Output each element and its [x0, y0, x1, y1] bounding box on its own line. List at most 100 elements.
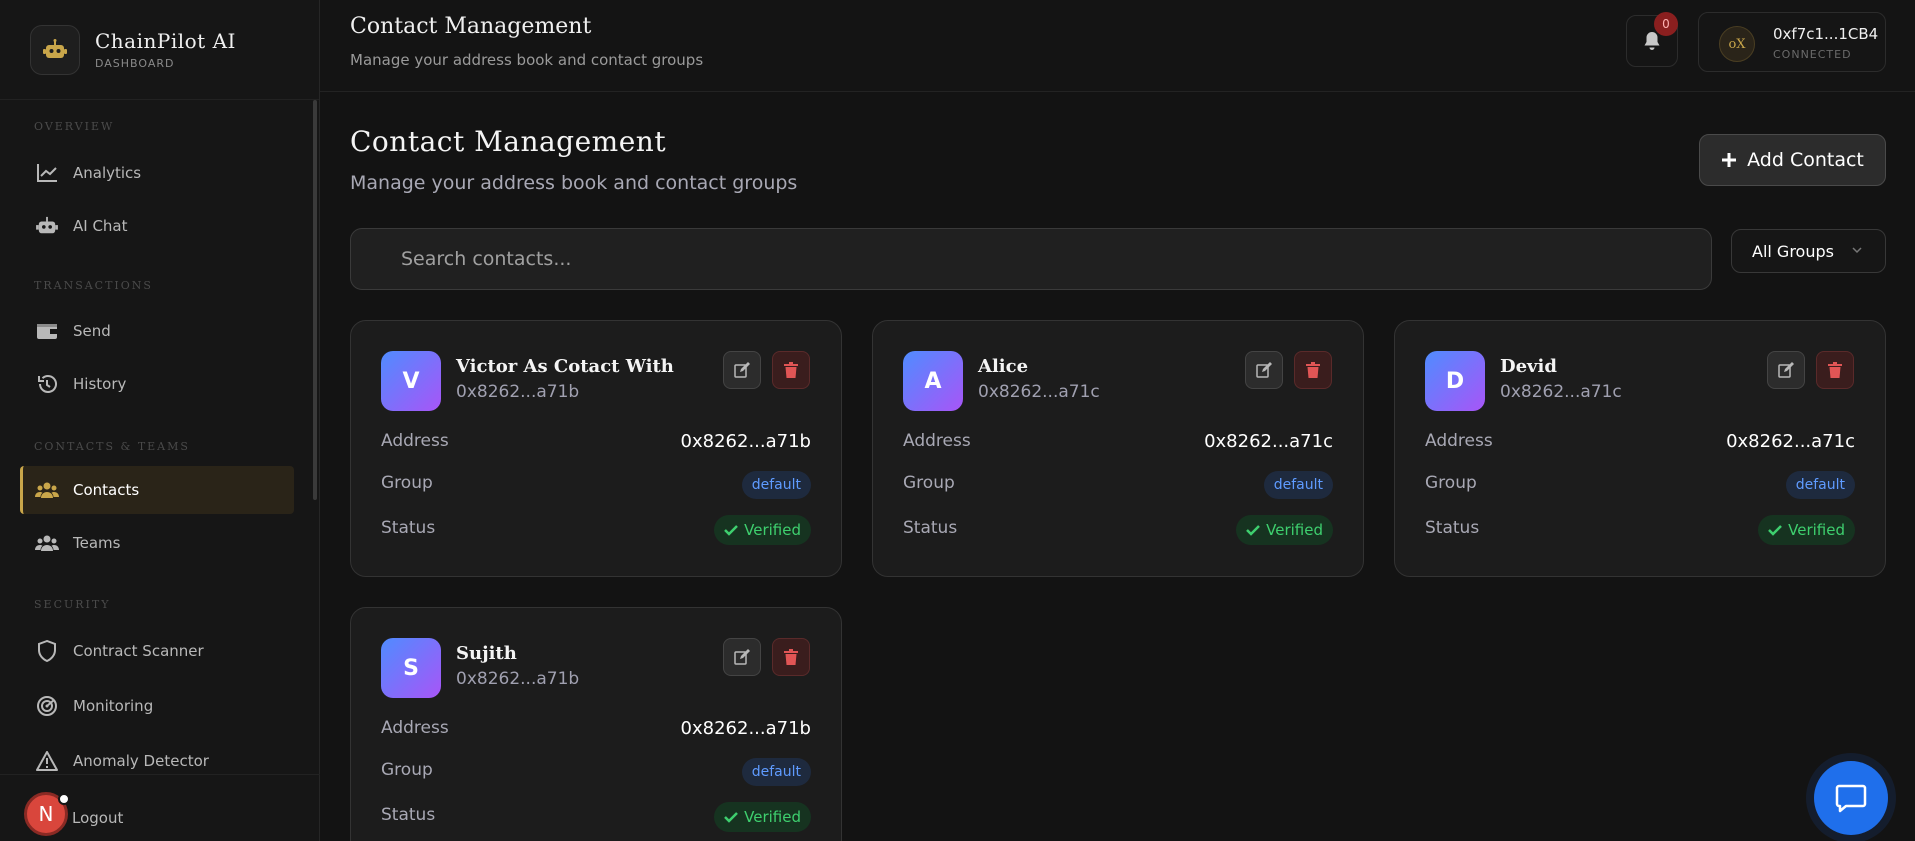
delete-contact-button[interactable] — [1294, 351, 1332, 389]
group-badge: default — [1785, 471, 1855, 499]
sidebar-item-label: Contract Scanner — [73, 642, 204, 660]
chat-button[interactable] — [1814, 761, 1888, 835]
group-filter-value: All Groups — [1752, 241, 1834, 261]
group-badge: default — [741, 471, 811, 499]
robot-icon — [35, 214, 59, 238]
section-label-contacts-teams: CONTACTS & TEAMS — [34, 440, 190, 453]
trash-icon — [784, 649, 798, 665]
status-text: Verified — [744, 808, 801, 826]
sidebar-scrollbar[interactable] — [313, 100, 317, 500]
add-contact-label: Add Contact — [1747, 149, 1864, 171]
contact-name: Victor As Cotact With — [456, 356, 674, 377]
chevron-down-icon — [1852, 247, 1862, 254]
contact-short-address: 0x8262...a71c — [978, 382, 1100, 402]
status-dot — [58, 793, 70, 805]
sidebar-item-monitoring[interactable]: Monitoring — [20, 682, 294, 730]
contact-address: 0x8262...a71b — [680, 431, 811, 452]
sidebar-item-label: Analytics — [73, 164, 142, 182]
brand-subtitle: DASHBOARD — [95, 57, 175, 70]
trash-icon — [1828, 362, 1842, 378]
group-label: Group — [381, 760, 433, 780]
status-label: Status — [381, 805, 436, 825]
address-label: Address — [903, 431, 971, 451]
wallet-address: 0xf7c1...1CB4 — [1773, 25, 1879, 43]
check-icon — [724, 812, 739, 823]
delete-contact-button[interactable] — [1816, 351, 1854, 389]
contact-card: A Alice 0x8262...a71c Address 0x8262...a… — [872, 320, 1364, 577]
sidebar-item-label: Teams — [73, 534, 121, 552]
status-badge: Verified — [1758, 515, 1855, 545]
edit-contact-button[interactable] — [723, 638, 761, 676]
contact-card: V Victor As Cotact With 0x8262...a71b Ad… — [350, 320, 842, 577]
sidebar-item-teams[interactable]: Teams — [20, 519, 294, 567]
edit-contact-button[interactable] — [723, 351, 761, 389]
page-title: Contact Management — [350, 125, 667, 158]
status-badge: Verified — [1236, 515, 1333, 545]
delete-contact-button[interactable] — [772, 638, 810, 676]
contact-card: D Devid 0x8262...a71c Address 0x8262...a… — [1394, 320, 1886, 577]
contact-avatar: V — [381, 351, 441, 411]
check-icon — [1768, 525, 1783, 536]
sidebar-item-contract-scanner[interactable]: Contract Scanner — [20, 627, 294, 675]
search-input[interactable]: Search contacts... — [350, 228, 1712, 290]
history-icon — [35, 372, 59, 396]
group-badge: default — [1263, 471, 1333, 499]
logout-button[interactable]: Logout — [72, 809, 123, 827]
group-label: Group — [381, 473, 433, 493]
chat-icon — [1835, 784, 1867, 813]
sidebar-item-label: Monitoring — [73, 697, 154, 715]
sidebar-item-analytics[interactable]: Analytics — [20, 149, 294, 197]
group-filter-select[interactable]: All Groups — [1731, 229, 1886, 273]
brand-title: ChainPilot AI — [95, 29, 236, 53]
check-icon — [1246, 525, 1261, 536]
status-label: Status — [903, 518, 958, 538]
contact-name: Sujith — [456, 643, 517, 664]
header-title: Contact Management — [350, 14, 592, 39]
group-label: Group — [1425, 473, 1477, 493]
shield-icon — [35, 639, 59, 663]
main-content: Contact Management Manage your address b… — [320, 0, 1915, 841]
address-label: Address — [1425, 431, 1493, 451]
sidebar-item-anomaly-detector[interactable]: Anomaly Detector — [20, 737, 294, 774]
trash-icon — [1306, 362, 1320, 378]
sidebar-item-label: Contacts — [73, 481, 140, 499]
edit-contact-button[interactable] — [1767, 351, 1805, 389]
sidebar-item-label: Anomaly Detector — [73, 752, 209, 770]
status-text: Verified — [1266, 521, 1323, 539]
topbar: Contact Management Manage your address b… — [320, 0, 1915, 92]
address-label: Address — [381, 431, 449, 451]
add-contact-button[interactable]: Add Contact — [1699, 134, 1886, 186]
edit-contact-button[interactable] — [1245, 351, 1283, 389]
contact-short-address: 0x8262...a71b — [456, 669, 580, 689]
chart-line-icon — [35, 161, 59, 185]
status-badge: Verified — [714, 802, 811, 832]
section-label-transactions: TRANSACTIONS — [34, 279, 153, 292]
trash-icon — [784, 362, 798, 378]
sidebar-footer: Logout N — [0, 774, 320, 841]
users-icon — [35, 531, 59, 555]
wallet-avatar: oX — [1719, 26, 1755, 62]
delete-contact-button[interactable] — [772, 351, 810, 389]
sidebar-item-contacts[interactable]: Contacts — [20, 466, 294, 514]
contact-short-address: 0x8262...a71b — [456, 382, 580, 402]
address-label: Address — [381, 718, 449, 738]
group-label: Group — [903, 473, 955, 493]
contact-avatar: A — [903, 351, 963, 411]
contact-address: 0x8262...a71c — [1726, 431, 1855, 452]
sidebar-nav: OVERVIEW Analytics AI Chat TRANSACTIONS … — [0, 100, 320, 774]
sidebar-item-ai-chat[interactable]: AI Chat — [20, 202, 294, 250]
sidebar-item-history[interactable]: History — [20, 360, 294, 408]
check-icon — [724, 525, 739, 536]
header-subtitle: Manage your address book and contact gro… — [350, 51, 704, 69]
contact-address: 0x8262...a71c — [1204, 431, 1333, 452]
sidebar-item-send[interactable]: Send — [20, 307, 294, 355]
contact-name: Alice — [978, 356, 1029, 377]
status-label: Status — [1425, 518, 1480, 538]
wallet-connect-button[interactable]: oX 0xf7c1...1CB4 CONNECTED — [1698, 12, 1886, 72]
contact-short-address: 0x8262...a71c — [1500, 382, 1622, 402]
edit-icon — [1778, 362, 1794, 378]
notification-count-badge: 0 — [1654, 12, 1678, 36]
warning-icon — [35, 749, 59, 773]
section-label-security: SECURITY — [34, 598, 111, 611]
sidebar-item-label: AI Chat — [73, 217, 128, 235]
